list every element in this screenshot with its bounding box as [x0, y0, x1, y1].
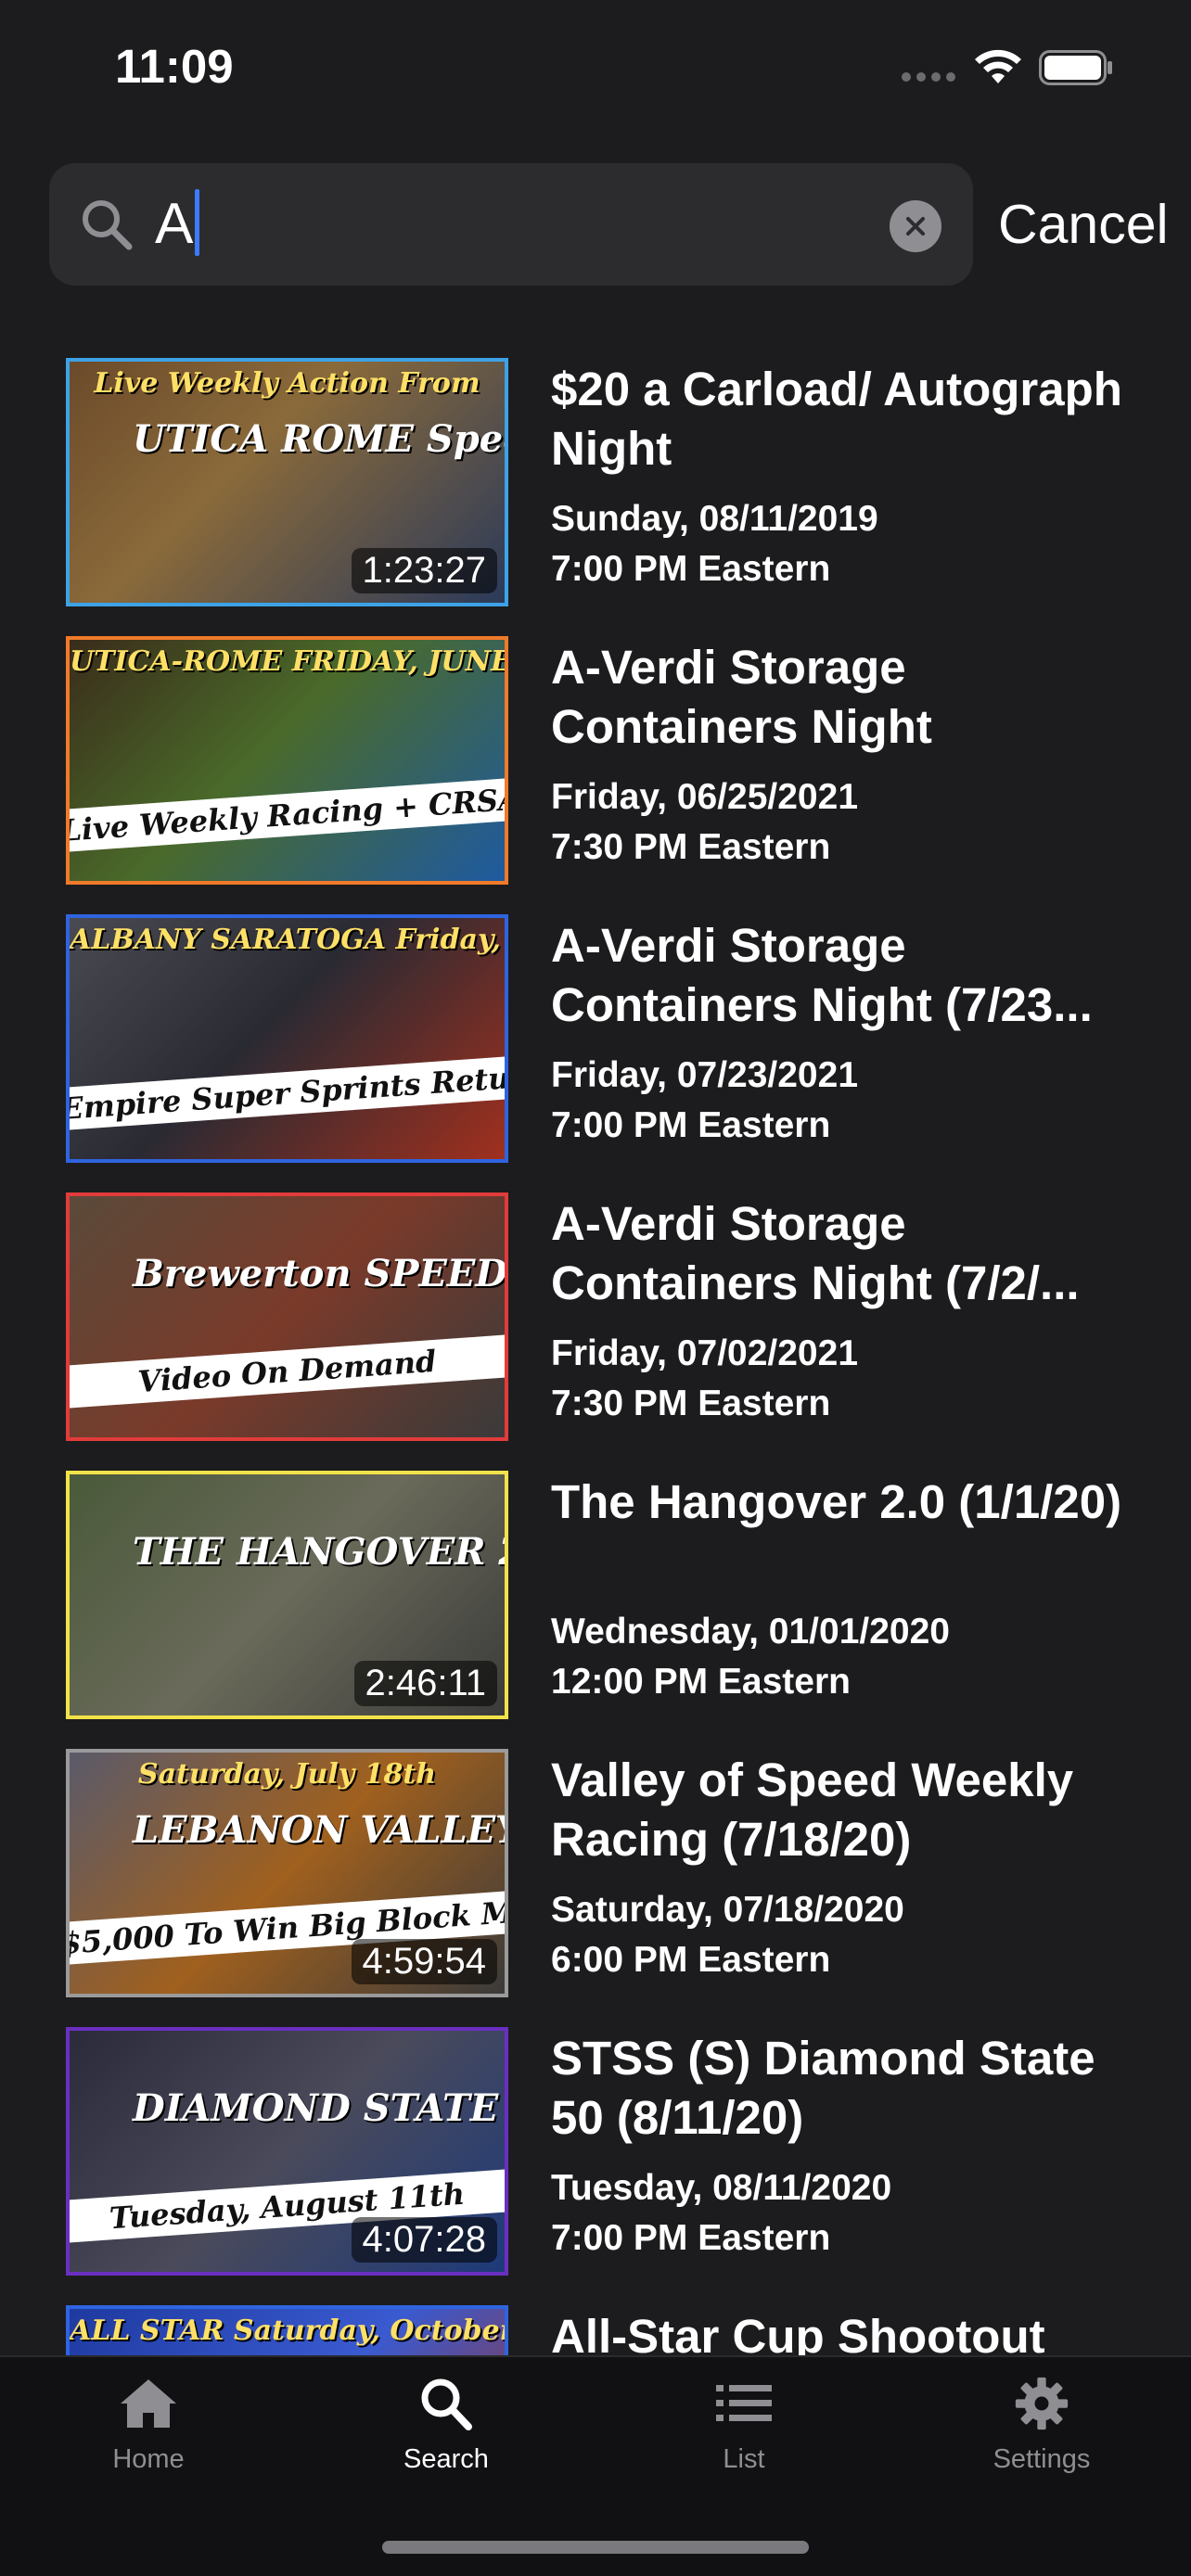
- result-date: Sunday, 08/11/2019: [551, 499, 878, 539]
- result-title: All-Star Cup Shootout: [551, 2310, 1045, 2355]
- duration-badge: 4:59:54: [351, 1939, 497, 1984]
- tab-list[interactable]: List: [651, 2376, 837, 2515]
- result-title: STSS (S) Diamond State 50 (8/11/20): [551, 2032, 1095, 2144]
- search-icon: [421, 2378, 472, 2430]
- thumbnail-banner: Saturday, July 18th: [137, 1758, 437, 1791]
- thumbnail-logo: Brewerton SPEEDWAY: [133, 1252, 508, 1295]
- result-time: 7:00 PM Eastern: [551, 549, 831, 589]
- search-query: A: [155, 192, 194, 256]
- video-thumbnail[interactable]: UTICA-ROME FRIDAY, JUNE 25thLive Weekly …: [66, 636, 508, 885]
- status-time: 11:09: [115, 40, 234, 93]
- result-row[interactable]: Saturday, July 18th LEBANON VALLEY Speedw…: [0, 1743, 1191, 1997]
- result-title: A-Verdi Storage Containers Night (7/2/..…: [551, 1197, 1080, 1309]
- list-icon: [716, 2385, 772, 2421]
- result-title: A-Verdi Storage Containers Night (7/23..…: [551, 919, 1093, 1031]
- thumbnail-logo: UTICA ROME Speedway: [133, 417, 505, 461]
- duration-badge: 4:07:28: [351, 2217, 497, 2263]
- result-title: The Hangover 2.0 (1/1/20): [551, 1475, 1122, 1528]
- video-thumbnail[interactable]: Brewerton SPEEDWAYVideo On Demand: [66, 1192, 508, 1441]
- result-row[interactable]: DIAMOND STATE Tuesday, August 11th 4:07:28…: [0, 2021, 1191, 2276]
- video-thumbnail[interactable]: ALL STAR Saturday, October 3rd: [66, 2305, 508, 2355]
- thumbnail-logo: LEBANON VALLEY Speedway: [133, 1808, 508, 1852]
- result-date: Friday, 07/02/2021: [551, 1333, 859, 1373]
- home-indicator: [382, 2541, 809, 2554]
- text-cursor: [195, 189, 200, 256]
- result-title: A-Verdi Storage Containers Night: [551, 641, 932, 753]
- video-thumbnail[interactable]: Saturday, July 18th LEBANON VALLEY Speedw…: [66, 1749, 508, 1997]
- tab-settings[interactable]: Settings: [949, 2376, 1134, 2515]
- result-row[interactable]: Live Weekly Action From UTICA ROME Speedw…: [0, 352, 1191, 606]
- tab-home[interactable]: Home: [56, 2376, 241, 2515]
- tab-list-label: List: [723, 2444, 765, 2474]
- result-row[interactable]: ALBANY SARATOGA Friday, July 23rdEmpire …: [0, 909, 1191, 1163]
- result-date: Saturday, 07/18/2020: [551, 1890, 904, 1930]
- search-field[interactable]: A: [49, 163, 973, 286]
- cancel-button[interactable]: Cancel: [998, 193, 1169, 256]
- clear-search-button[interactable]: [890, 200, 941, 252]
- search-input[interactable]: A: [155, 189, 200, 260]
- clear-icon: [906, 217, 925, 236]
- result-date: Wednesday, 01/01/2020: [551, 1612, 950, 1651]
- tab-home-label: Home: [112, 2444, 185, 2474]
- video-thumbnail[interactable]: ALBANY SARATOGA Friday, July 23rdEmpire …: [66, 914, 508, 1163]
- cellular-signal-icon: [902, 72, 955, 82]
- tab-search[interactable]: Search: [353, 2376, 539, 2515]
- tab-search-label: Search: [403, 2444, 489, 2474]
- result-time: 12:00 PM Eastern: [551, 1662, 851, 1702]
- thumbnail-banner: Live Weekly Action From: [94, 367, 480, 400]
- duration-badge: 2:46:11: [353, 1661, 497, 1706]
- search-icon: [83, 200, 133, 250]
- result-date: Friday, 07/23/2021: [551, 1055, 859, 1095]
- result-date: Tuesday, 08/11/2020: [551, 2168, 892, 2208]
- result-row[interactable]: THE HANGOVER 2.0 2:46:11 The Hangover 2.0 …: [0, 1465, 1191, 1719]
- result-time: 7:00 PM Eastern: [551, 1105, 831, 1145]
- gear-icon: [1015, 2377, 1069, 2430]
- video-thumbnail[interactable]: Live Weekly Action From UTICA ROME Speedw…: [66, 358, 508, 606]
- battery-icon: [1039, 50, 1112, 85]
- result-date: Friday, 06/25/2021: [551, 777, 859, 817]
- result-time: 6:00 PM Eastern: [551, 1940, 831, 1980]
- duration-badge: 1:23:27: [351, 548, 497, 593]
- status-bar: 11:09: [0, 0, 1191, 139]
- thumbnail-banner: ALBANY SARATOGA Friday, July 23rd: [70, 924, 505, 956]
- tab-settings-label: Settings: [992, 2444, 1091, 2474]
- thumbnail-banner: UTICA-ROME FRIDAY, JUNE 25th: [70, 645, 508, 678]
- video-thumbnail[interactable]: THE HANGOVER 2.0 2:46:11: [66, 1471, 508, 1719]
- result-title: Valley of Speed Weekly Racing (7/18/20): [551, 1753, 1074, 1866]
- wifi-icon: [975, 49, 1021, 83]
- thumbnail-banner: ALL STAR Saturday, October 3rd: [70, 2315, 508, 2347]
- thumbnail-logo: THE HANGOVER 2.0: [133, 1530, 505, 1574]
- result-row[interactable]: Brewerton SPEEDWAYVideo On Demand A-Verdi…: [0, 1187, 1191, 1441]
- result-time: 7:00 PM Eastern: [551, 2218, 831, 2258]
- result-title: $20 a Carload/ Autograph Night: [551, 363, 1122, 475]
- video-thumbnail[interactable]: DIAMOND STATE Tuesday, August 11th 4:07:28: [66, 2027, 508, 2276]
- result-row[interactable]: ALL STAR Saturday, October 3rd All-Star C…: [0, 2300, 1191, 2355]
- result-row[interactable]: UTICA-ROME FRIDAY, JUNE 25thLive Weekly …: [0, 631, 1191, 885]
- result-time: 7:30 PM Eastern: [551, 827, 831, 867]
- thumbnail-logo: DIAMOND STATE: [133, 2086, 499, 2130]
- search-results-list: Live Weekly Action From UTICA ROME Speedw…: [0, 352, 1191, 2355]
- home-icon: [121, 2379, 176, 2428]
- result-time: 7:30 PM Eastern: [551, 1384, 831, 1423]
